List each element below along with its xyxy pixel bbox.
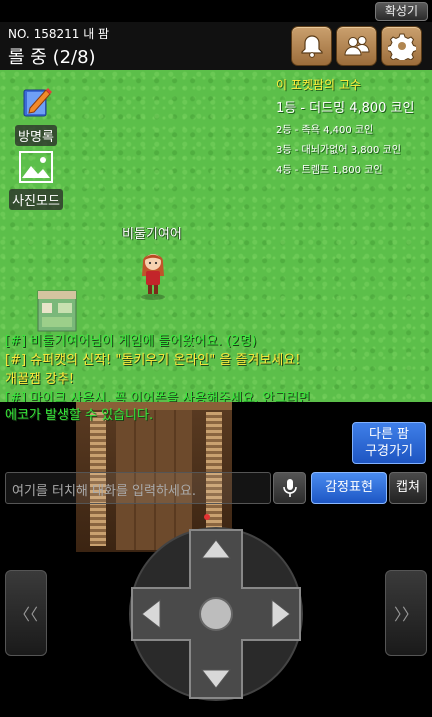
direction-pad[interactable] (128, 526, 304, 702)
ranking-title: 이 포켓팜의 고수 (276, 78, 361, 92)
ranking-second: 2등 - 족욕 4,400 코인 (276, 125, 374, 136)
chat-line: 에코가 발생할 수 있습니다. (5, 408, 154, 423)
visit-other-farm-line1: 다른 팜 (368, 427, 409, 442)
photo-icon (19, 151, 53, 183)
guestbook-button[interactable]: 방명록 (8, 86, 64, 146)
emote-button[interactable]: 감정표현 (311, 472, 387, 504)
notification-button[interactable] (291, 26, 332, 66)
chat-line: [#] 슈퍼캣의 신작! "돌키우기 온라인" 을 즐겨보세요! (5, 353, 301, 368)
ranking-first: 1등 - 더드밍 4,800 코인 (276, 101, 415, 116)
chat-log: [#] 비둘기여어님이 게임에 들어왔어요. (2명) [#] 슈퍼캣의 신작!… (5, 332, 425, 402)
chat-line: [#] 마이크 사용시, 꼭 이어폰을 사용해주세요. 안그러면 (5, 391, 311, 402)
visit-other-farm-button[interactable]: 다른 팜 구경가기 (352, 422, 426, 464)
ranking-third: 3등 - 대뇌가없어 3,800 코인 (276, 145, 401, 156)
guestbook-label: 방명록 (15, 125, 57, 146)
character-name: 비둘기여어 (122, 227, 182, 242)
mic-button[interactable] (273, 472, 306, 504)
friends-button[interactable] (336, 26, 377, 66)
megaphone-button[interactable]: 확성기 (374, 2, 428, 21)
chat-input[interactable]: 여기를 터치해 대화를 입력하세요. (5, 472, 271, 504)
microphone-icon (282, 479, 297, 497)
friends-icon (343, 36, 370, 56)
ranking-fourth: 4등 - 트렘프 1,800 코인 (276, 165, 383, 176)
ranking-board: 이 포켓팜의 고수 1등 - 더드밍 4,800 코인 2등 - 족욕 4,40… (276, 76, 424, 176)
photo-mode-button[interactable]: 사진모드 (8, 150, 64, 210)
visit-other-farm-line2: 구경가기 (365, 444, 413, 459)
farm-machine[interactable] (36, 287, 78, 333)
gear-icon (387, 33, 416, 60)
top-status-bar: 확성기 (0, 0, 432, 22)
player-character[interactable] (138, 248, 168, 300)
guestbook-icon (23, 88, 52, 117)
control-panel: 에코가 발생할 수 있습니다. 다른 팜 구경가기 여기를 터치해 대화를 입력… (0, 402, 432, 717)
chat-line: [#] 비둘기여어님이 게임에 들어왔어요. (2명) (5, 334, 257, 349)
room-header: NO. 158211 내 팜 롤 중 (2/8) (0, 22, 432, 70)
prev-page-button[interactable]: 〈〈 (5, 570, 47, 656)
bell-icon (300, 35, 323, 58)
next-page-button[interactable]: 〉〉 (385, 570, 427, 656)
settings-button[interactable] (381, 26, 422, 66)
room-status: 롤 중 (2/8) (8, 47, 96, 68)
dpad-center-button[interactable] (199, 597, 233, 631)
chat-line: 개꿀잼 강추! (5, 372, 75, 387)
room-number: NO. 158211 내 팜 (8, 27, 110, 41)
photo-mode-label: 사진모드 (9, 189, 63, 210)
capture-button[interactable]: 캡쳐 (389, 472, 427, 504)
farm-field[interactable]: 방명록 사진모드 이 포켓팜의 고수 1등 - 더드밍 4,800 코인 2등 … (0, 70, 432, 402)
